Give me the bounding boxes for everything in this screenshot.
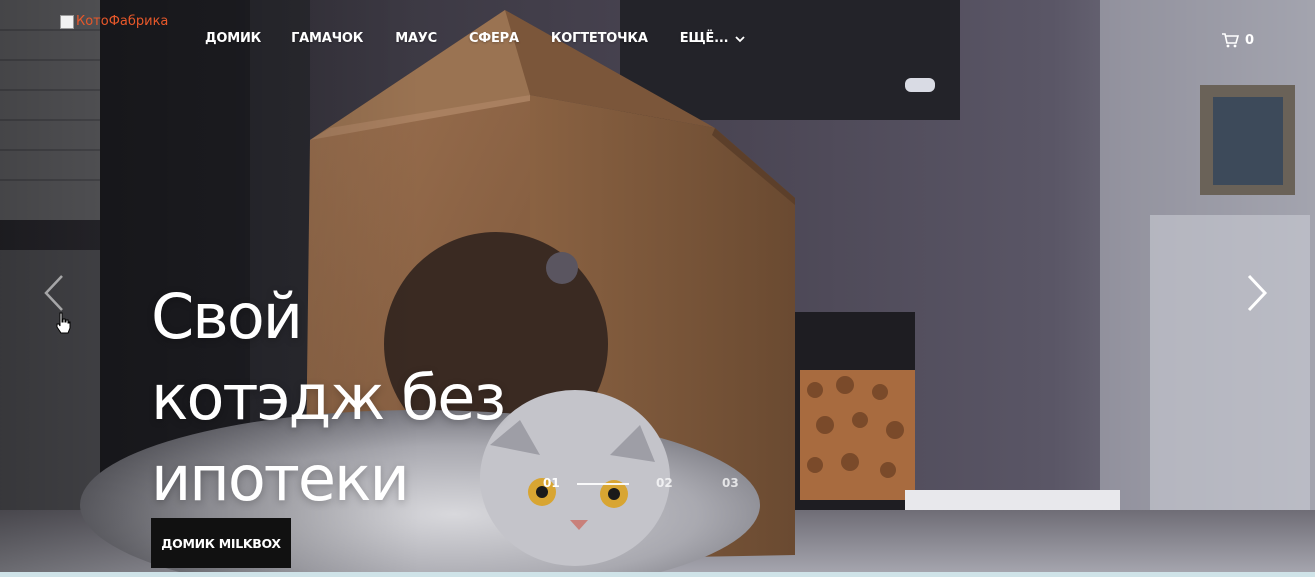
- pager-item-01[interactable]: 01: [543, 476, 560, 490]
- nav-item-more-label: ЕЩЁ...: [679, 31, 729, 46]
- slide-headline: Свой котэдж без ипотеки: [151, 276, 571, 519]
- pager-item-02[interactable]: 02: [656, 476, 673, 490]
- nav-item-kogtetochka[interactable]: КОГТЕТОЧКА: [551, 31, 648, 46]
- cta-button[interactable]: ДОМИК MILKBOX: [151, 518, 291, 568]
- nav-item-domik[interactable]: ДОМИК: [205, 31, 261, 46]
- broken-image-icon: [60, 14, 74, 29]
- headline-line-1: Свой: [151, 280, 303, 353]
- nav-item-gamachok[interactable]: ГАМАЧОК: [291, 31, 363, 46]
- chevron-right-icon[interactable]: [1242, 272, 1272, 314]
- logo-alt-text: КотоФабрика: [76, 14, 169, 29]
- nav-item-more[interactable]: ЕЩЁ...: [680, 31, 747, 46]
- bottom-strip: [0, 572, 1315, 577]
- chevron-left-icon[interactable]: [40, 272, 70, 314]
- hand-cursor-icon: [56, 312, 71, 334]
- headline-line-2: котэдж без: [151, 361, 506, 434]
- nav-item-maus[interactable]: МАУС: [395, 31, 437, 46]
- chevron-down-icon: [735, 35, 745, 42]
- cart-button[interactable]: 0: [1221, 32, 1254, 48]
- main-nav: ДОМИК ГАМАЧОК МАУС СФЕРА КОГТЕТОЧКА ЕЩЁ.…: [205, 31, 778, 46]
- pager-item-03[interactable]: 03: [722, 476, 739, 490]
- hero-slider: КотоФабрика ДОМИК ГАМАЧОК МАУС СФЕРА КОГ…: [0, 0, 1315, 577]
- cart-count: 0: [1245, 32, 1255, 48]
- headline-line-3: ипотеки: [151, 442, 410, 515]
- pager-progress-line: [577, 483, 629, 485]
- site-logo[interactable]: КотоФабрика: [60, 14, 168, 29]
- cart-icon: [1222, 33, 1239, 48]
- nav-item-sfera[interactable]: СФЕРА: [469, 31, 519, 46]
